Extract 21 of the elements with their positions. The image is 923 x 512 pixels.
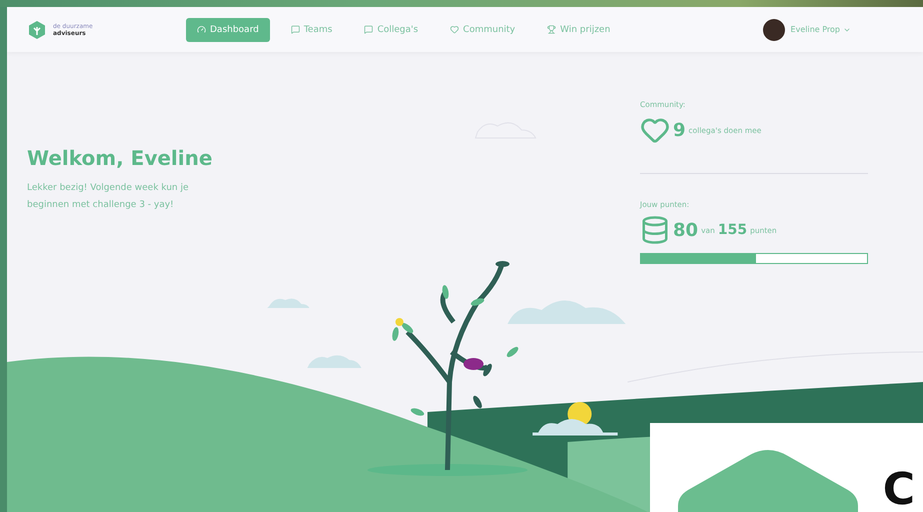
gauge-icon xyxy=(197,25,206,34)
welcome-message: Lekker bezig! Volgende week kun je beginnen met challenge 3 - yay! xyxy=(27,182,190,212)
coins-icon xyxy=(640,215,670,245)
trophy-icon xyxy=(547,25,556,34)
hexagon-icon xyxy=(678,450,858,512)
chat-icon xyxy=(290,25,300,34)
chat-icon xyxy=(364,25,374,34)
points-value: 80 xyxy=(673,220,698,240)
avatar xyxy=(762,18,785,40)
nav-tab[interactable]: Dashboard xyxy=(186,18,270,42)
community-count: 9 xyxy=(673,120,686,140)
logo-text: C xyxy=(882,468,915,512)
nav-tab[interactable]: Teams xyxy=(280,18,344,42)
leaf-logo-icon xyxy=(27,20,47,40)
nav-tab[interactable]: Collega's xyxy=(353,18,430,42)
points-total: 155 xyxy=(718,222,748,238)
welcome-title: Welkom, Eveline xyxy=(27,146,214,170)
nav-tab[interactable]: Win prijzen xyxy=(536,18,622,42)
user-menu[interactable]: Eveline Prop xyxy=(790,25,851,34)
heart-icon xyxy=(450,25,460,34)
nav-tab[interactable]: Community xyxy=(439,18,526,42)
